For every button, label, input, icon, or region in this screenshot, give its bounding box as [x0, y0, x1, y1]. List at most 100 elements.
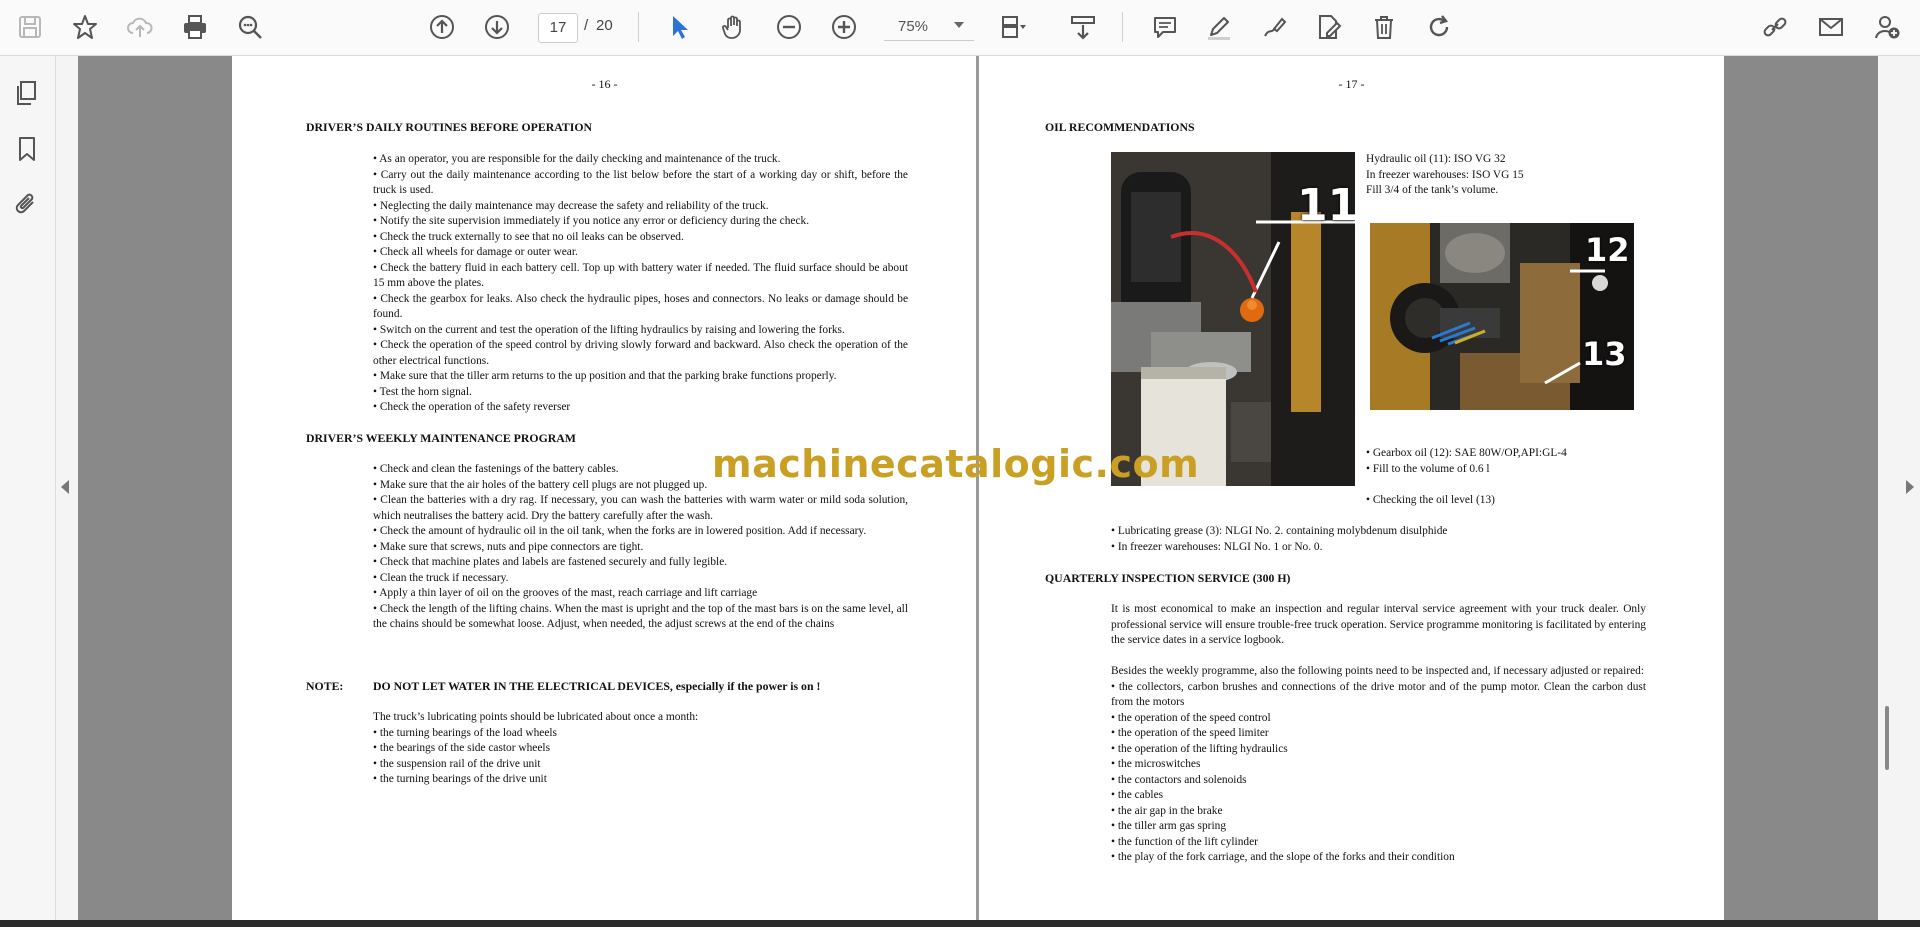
list-item: • Check the operation of the safety reve…: [373, 401, 571, 413]
redo-icon[interactable]: [1422, 10, 1456, 44]
list-item: • the function of the lift cylinder: [1111, 835, 1258, 848]
gearbox-oil-spec: • Gearbox oil (12): SAE 80W/OP,API:GL-4 …: [1366, 446, 1567, 477]
list-item: • Neglecting the daily maintenance may d…: [373, 199, 769, 212]
list-item: • Check the battery fluid in each batter…: [373, 261, 908, 290]
note-label: NOTE:: [306, 679, 344, 693]
bottom-bar: [0, 920, 1920, 927]
list-item: • the bearings of the side castor wheels: [373, 742, 551, 754]
list-item: • Clean the batteries with a dry rag. If…: [373, 494, 908, 522]
list-item: • Check the operation of the speed contr…: [373, 339, 908, 367]
daily-routines-list: • As an operator, you are responsible fo…: [373, 152, 908, 416]
gearbox-photo: 12 13: [1370, 223, 1634, 410]
download-icon[interactable]: [1066, 10, 1100, 44]
bookmarks-icon[interactable]: [10, 132, 44, 166]
quarterly-paragraph: It is most economical to make an inspect…: [1111, 603, 1646, 646]
hydraulic-oil-spec: Hydraulic oil (11): ISO VG 32 In freezer…: [1366, 152, 1524, 199]
print-icon[interactable]: [178, 10, 212, 44]
zoom-in-icon[interactable]: [827, 10, 861, 44]
callout-13: 13: [1582, 335, 1627, 373]
section-title-oil: OIL RECOMMENDATIONS: [1045, 120, 1195, 134]
list-item: • Clean the truck if necessary.: [373, 571, 509, 584]
list-item: • Test the horn signal.: [373, 385, 472, 398]
attachments-paperclip-icon[interactable]: [10, 187, 44, 221]
list-item: • the operation of the lifting hydraulic…: [1111, 742, 1288, 755]
section-title-weekly: DRIVER’S WEEKLY MAINTENANCE PROGRAM: [306, 431, 576, 445]
zoom-out-icon[interactable]: [772, 10, 806, 44]
expand-right-panel-icon[interactable]: [1906, 480, 1914, 494]
lube-intro: The truck’s lubricating points should be…: [373, 711, 699, 723]
list-item: • the contactors and solenoids: [1111, 773, 1247, 786]
list-item: • the air gap in the brake: [1111, 804, 1223, 817]
select-cursor-icon[interactable]: [662, 10, 696, 44]
list-item: • As an operator, you are responsible fo…: [373, 153, 781, 165]
list-item: • the microswitches: [1111, 758, 1201, 770]
collapse-left-panel-icon[interactable]: [61, 480, 69, 494]
hand-tool-icon[interactable]: [717, 10, 751, 44]
previous-page-icon[interactable]: [425, 10, 459, 44]
add-user-icon[interactable]: [1870, 10, 1904, 44]
list-item: • the operation of the speed limiter: [1111, 727, 1269, 739]
bookmark-star-icon[interactable]: [68, 10, 102, 44]
document-viewer[interactable]: - 16 - DRIVER’S DAILY ROUTINES BEFORE OP…: [78, 56, 1878, 922]
list-item: • Check the amount of hydraulic oil in t…: [373, 525, 867, 537]
list-item: • Switch on the current and test the ope…: [373, 323, 845, 336]
list-item: • Check the gearbox for leaks. Also chec…: [373, 292, 908, 321]
list-item: • Carry out the daily maintenance accord…: [373, 168, 908, 197]
email-icon[interactable]: [1814, 10, 1848, 44]
list-item: • Apply a thin layer of oil on the groov…: [373, 587, 758, 599]
page-total: 20: [596, 17, 613, 34]
save-icon[interactable]: [13, 10, 47, 44]
note-warning: DO NOT LET WATER IN THE ELECTRICAL DEVIC…: [373, 679, 821, 693]
hydraulic-tank-photo: 11: [1111, 152, 1355, 486]
callout-12: 12: [1585, 231, 1630, 269]
cloud-upload-icon[interactable]: [123, 10, 157, 44]
weekly-program-list: • Check and clean the fastenings of the …: [373, 462, 908, 633]
page-separator: /: [584, 17, 589, 34]
comment-icon[interactable]: [1148, 10, 1182, 44]
scrollbar-thumb[interactable]: [1885, 706, 1889, 770]
list-item: • Make sure that the tiller arm returns …: [373, 370, 837, 382]
list-item: • the tiller arm gas spring: [1111, 820, 1227, 832]
chevron-down-icon[interactable]: [954, 22, 964, 28]
grease-spec: • Lubricating grease (3): NLGI No. 2. co…: [1111, 524, 1447, 555]
list-item: • the collectors, carbon brushes and con…: [1111, 680, 1646, 709]
list-item: • the cables: [1111, 789, 1164, 801]
page-number-input[interactable]: 17: [538, 13, 578, 43]
spec-line: • Lubricating grease (3): NLGI No. 2. co…: [1111, 525, 1448, 537]
spec-line: • In freezer warehouses: NLGI No. 1 or N…: [1111, 540, 1323, 553]
lubrication-section: The truck’s lubricating points should be…: [373, 710, 908, 788]
next-page-icon[interactable]: [480, 10, 514, 44]
list-item: • Check the length of the lifting chains…: [373, 602, 908, 631]
oil-level-check: • Checking the oil level (13): [1366, 494, 1495, 506]
page-fit-icon[interactable]: [996, 10, 1030, 44]
watermark: machinecatalogic.com: [712, 442, 1200, 486]
list-item: • the turning bearings of the drive unit: [373, 773, 547, 785]
spec-line: Fill 3/4 of the tank’s volume.: [1366, 184, 1499, 196]
zoom-search-icon[interactable]: [233, 10, 267, 44]
page-thumbnails-icon[interactable]: [10, 76, 44, 110]
section-title-daily: DRIVER’S DAILY ROUTINES BEFORE OPERATION: [306, 120, 593, 134]
highlight-pen-icon[interactable]: [1202, 10, 1236, 44]
list-item: • Make sure that screws, nuts and pipe c…: [373, 540, 644, 553]
edit-document-icon[interactable]: [1312, 10, 1346, 44]
spec-line: Hydraulic oil (11): ISO VG 32: [1366, 153, 1506, 165]
list-item: • the operation of the speed control: [1111, 711, 1271, 724]
top-toolbar: 17 / 20 75%: [0, 0, 1920, 56]
callout-11: 11: [1297, 180, 1355, 231]
page-number: - 17 -: [1338, 77, 1365, 91]
pdf-page-16: - 16 - DRIVER’S DAILY ROUTINES BEFORE OP…: [232, 56, 977, 922]
share-link-icon[interactable]: [1758, 10, 1792, 44]
spec-line: • Fill to the volume of 0.6 l: [1366, 462, 1490, 475]
list-item: • the suspension rail of the drive unit: [373, 757, 541, 770]
list-item: • Check the truck externally to see that…: [373, 230, 684, 243]
section-title-quarterly: QUARTERLY INSPECTION SERVICE (300 H): [1045, 571, 1291, 585]
list-item: • the turning bearings of the load wheel…: [373, 726, 557, 739]
quarterly-checklist: Besides the weekly programme, also the f…: [1111, 664, 1646, 866]
checklist-intro: Besides the weekly programme, also the f…: [1111, 665, 1644, 677]
list-item: • Check all wheels for damage or outer w…: [373, 246, 578, 258]
left-navigation-rail: [0, 56, 56, 927]
trash-icon[interactable]: [1367, 10, 1401, 44]
spec-line: • Gearbox oil (12): SAE 80W/OP,API:GL-4: [1366, 447, 1567, 459]
draw-freehand-icon[interactable]: [1257, 10, 1291, 44]
page-number: - 16 -: [591, 77, 618, 91]
